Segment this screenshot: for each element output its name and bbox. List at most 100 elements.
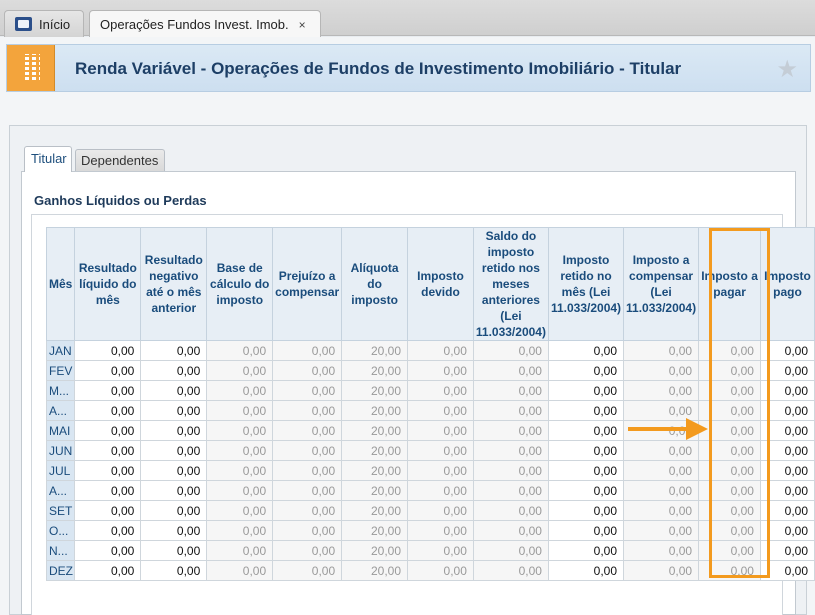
- value-cell: 0,00: [407, 500, 474, 521]
- month-cell: M...: [45, 380, 76, 401]
- value-cell: 0,00: [206, 500, 274, 521]
- value-input[interactable]: 0,00: [547, 560, 625, 581]
- column-header: Resultado líquido do mês: [74, 227, 142, 341]
- value-input[interactable]: 0,00: [140, 500, 208, 521]
- value-cell: 0,00: [272, 380, 343, 401]
- month-cell: N...: [45, 540, 76, 561]
- building-icon: [7, 45, 55, 91]
- value-input[interactable]: 0,00: [74, 440, 142, 461]
- value-cell: 20,00: [341, 340, 409, 361]
- value-cell: 0,00: [407, 480, 474, 501]
- value-cell: 0,00: [206, 560, 274, 581]
- value-input[interactable]: 0,00: [547, 400, 625, 421]
- value-input[interactable]: 0,00: [74, 560, 142, 581]
- tab-inicio[interactable]: Início: [4, 10, 84, 37]
- annotation-arrow-icon: [628, 418, 708, 440]
- value-cell: 20,00: [341, 380, 409, 401]
- value-input[interactable]: 0,00: [547, 460, 625, 481]
- tab-operacoes-label: Operações Fundos Invest. Imob.: [100, 17, 289, 32]
- value-input[interactable]: 0,00: [74, 360, 142, 381]
- value-cell: 20,00: [341, 520, 409, 541]
- month-cell: DEZ: [45, 560, 76, 581]
- value-input[interactable]: 0,00: [547, 520, 625, 541]
- value-input[interactable]: 0,00: [547, 480, 625, 501]
- value-input[interactable]: 0,00: [140, 420, 208, 441]
- value-cell: 0,00: [623, 560, 700, 581]
- column-header: Imposto a compensar (Lei 11.033/2004): [623, 227, 700, 341]
- value-input[interactable]: 0,00: [140, 440, 208, 461]
- table-row: JUN 0,00 0,00 0,00 0,00 20,00 0,00 0,00 0,00 0,00…: [45, 440, 815, 461]
- value-input[interactable]: 0,00: [547, 500, 625, 521]
- value-input[interactable]: 0,00: [74, 540, 142, 561]
- value-cell: 0,00: [272, 420, 343, 441]
- value-cell: 20,00: [341, 440, 409, 461]
- tab-inicio-label: Início: [39, 16, 71, 32]
- value-cell: 0,00: [407, 400, 474, 421]
- value-input[interactable]: 0,00: [547, 420, 625, 441]
- value-input[interactable]: 0,00: [74, 380, 142, 401]
- value-cell: 0,00: [272, 500, 343, 521]
- value-input[interactable]: 0,00: [547, 380, 625, 401]
- value-cell: 0,00: [272, 540, 343, 561]
- value-input[interactable]: 0,00: [547, 540, 625, 561]
- value-cell: 20,00: [341, 500, 409, 521]
- value-cell: 0,00: [472, 380, 549, 401]
- value-cell: 0,00: [206, 440, 274, 461]
- value-input[interactable]: 0,00: [140, 560, 208, 581]
- value-cell: 0,00: [472, 360, 549, 381]
- value-input[interactable]: 0,00: [140, 360, 208, 381]
- value-input[interactable]: 0,00: [547, 340, 625, 361]
- value-input[interactable]: 0,00: [547, 440, 625, 461]
- value-cell: 0,00: [272, 460, 343, 481]
- value-input[interactable]: 0,00: [140, 540, 208, 561]
- month-cell: FEV: [45, 360, 76, 381]
- table-row: SET 0,00 0,00 0,00 0,00 20,00 0,00 0,00 0,00 0,00…: [45, 500, 815, 521]
- value-cell: 0,00: [206, 400, 274, 421]
- value-cell: 0,00: [272, 340, 343, 361]
- value-cell: 0,00: [206, 520, 274, 541]
- value-input[interactable]: 0,00: [140, 340, 208, 361]
- column-header: Mês: [45, 227, 76, 341]
- value-cell: 0,00: [623, 520, 700, 541]
- month-cell: JUN: [45, 440, 76, 461]
- value-cell: 0,00: [272, 400, 343, 421]
- value-input[interactable]: 0,00: [140, 400, 208, 421]
- tab-titular[interactable]: Titular: [24, 146, 72, 172]
- close-icon[interactable]: ×: [299, 18, 306, 32]
- table-row: O... 0,00 0,00 0,00 0,00 20,00 0,00 0,00 0,00 0,0…: [45, 520, 815, 541]
- value-input[interactable]: 0,00: [547, 360, 625, 381]
- value-cell: 0,00: [272, 480, 343, 501]
- value-cell: 0,00: [407, 380, 474, 401]
- value-cell: 0,00: [472, 520, 549, 541]
- column-header: Resultado negativo até o mês anterior: [140, 227, 208, 341]
- value-cell: 0,00: [206, 480, 274, 501]
- value-cell: 20,00: [341, 460, 409, 481]
- value-input[interactable]: 0,00: [74, 340, 142, 361]
- value-input[interactable]: 0,00: [74, 400, 142, 421]
- tab-dependentes[interactable]: Dependentes: [75, 149, 165, 171]
- value-input[interactable]: 0,00: [140, 520, 208, 541]
- value-cell: 0,00: [407, 340, 474, 361]
- month-cell: O...: [45, 520, 76, 541]
- value-input[interactable]: 0,00: [74, 520, 142, 541]
- tab-operacoes-fii[interactable]: Operações Fundos Invest. Imob. ×: [89, 10, 321, 38]
- value-input[interactable]: 0,00: [140, 380, 208, 401]
- favorite-star-icon[interactable]: ★: [776, 55, 798, 84]
- value-input[interactable]: 0,00: [74, 500, 142, 521]
- value-cell: 0,00: [407, 560, 474, 581]
- column-header: Imposto devido: [407, 227, 474, 341]
- value-input[interactable]: 0,00: [140, 480, 208, 501]
- value-cell: 0,00: [472, 480, 549, 501]
- value-cell: 0,00: [472, 500, 549, 521]
- value-input[interactable]: 0,00: [74, 420, 142, 441]
- value-cell: 0,00: [623, 540, 700, 561]
- value-input[interactable]: 0,00: [140, 460, 208, 481]
- value-input[interactable]: 0,00: [74, 460, 142, 481]
- column-header: Prejuízo a compensar: [272, 227, 343, 341]
- value-cell: 0,00: [206, 380, 274, 401]
- value-cell: 0,00: [206, 360, 274, 381]
- highlight-imposto-pago-column: [709, 228, 770, 578]
- value-input[interactable]: 0,00: [74, 480, 142, 501]
- value-cell: 0,00: [623, 480, 700, 501]
- value-cell: 0,00: [623, 440, 700, 461]
